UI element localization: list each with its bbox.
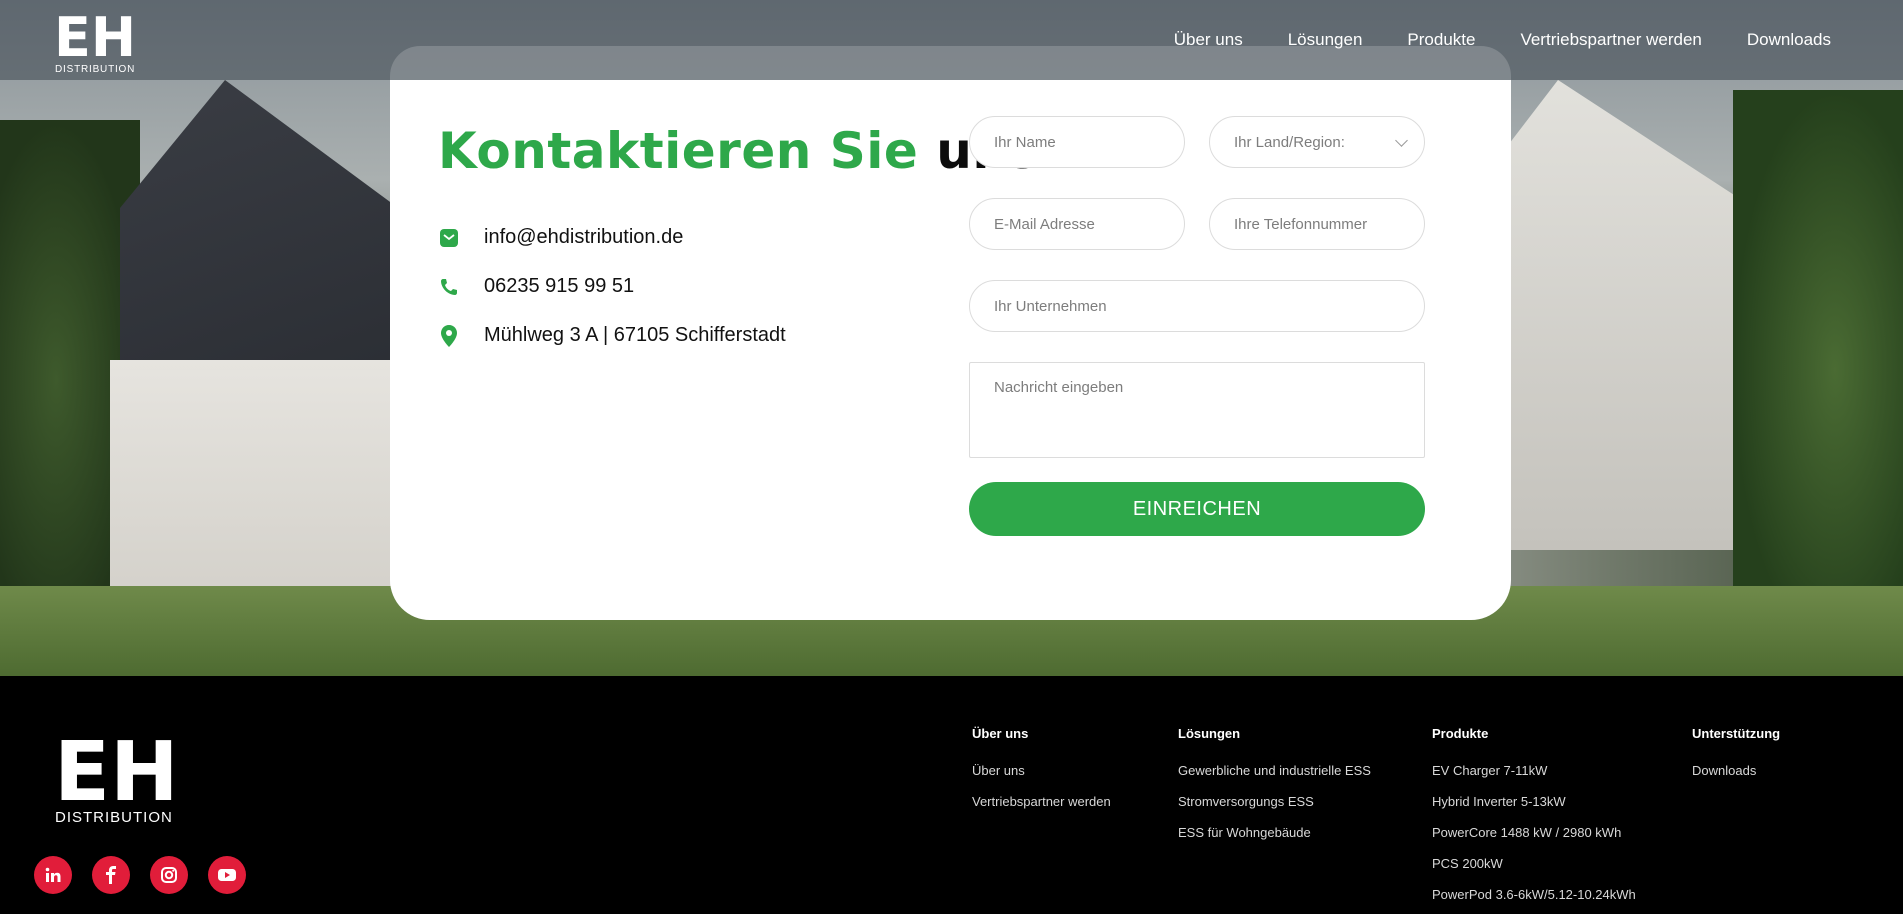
footer-logo-text: EH xyxy=(54,726,176,820)
nav-item-downloads[interactable]: Downloads xyxy=(1747,30,1831,50)
footer-link[interactable]: Hybrid Inverter 5-13kW xyxy=(1432,786,1636,817)
brand-logo[interactable]: EH DISTRIBUTION xyxy=(54,6,136,75)
company-input[interactable] xyxy=(969,280,1425,332)
footer-link[interactable]: PowerCore 1488 kW / 2980 kWh xyxy=(1432,817,1636,848)
contact-address: Mühlweg 3 A | 67105 Schifferstadt xyxy=(484,324,786,346)
footer-link[interactable]: EV Charger 7-11kW xyxy=(1432,755,1636,786)
facebook-icon[interactable] xyxy=(92,856,130,894)
mail-icon xyxy=(438,227,460,249)
country-select-label: Ihr Land/Region: xyxy=(1234,133,1345,151)
contact-address-row: Mühlweg 3 A | 67105 Schifferstadt xyxy=(438,324,786,347)
footer-link[interactable]: Gewerbliche und industrielle ESS xyxy=(1178,755,1371,786)
logo-subtext: DISTRIBUTION xyxy=(55,64,135,74)
title-green-part: Kontaktieren Sie xyxy=(438,122,919,180)
card-top-fade xyxy=(390,46,1511,80)
instagram-icon[interactable] xyxy=(150,856,188,894)
name-input[interactable] xyxy=(969,116,1185,168)
contact-email-row: info@ehdistribution.de xyxy=(438,226,683,249)
youtube-icon[interactable] xyxy=(208,856,246,894)
footer-link[interactable]: PCS 200kW xyxy=(1432,848,1636,879)
linkedin-icon[interactable] xyxy=(34,856,72,894)
contact-phone-row: 06235 915 99 51 xyxy=(438,275,634,298)
footer-col-ueber-uns: Über uns Über uns Vertriebspartner werde… xyxy=(972,726,1111,817)
footer-col-unterstuetzung: Unterstützung Downloads xyxy=(1692,726,1780,786)
footer-col-loesungen: Lösungen Gewerbliche und industrielle ES… xyxy=(1178,726,1371,848)
footer-col-produkte: Produkte EV Charger 7-11kW Hybrid Invert… xyxy=(1432,726,1636,910)
footer-logo[interactable]: EH DISTRIBUTION xyxy=(54,725,179,826)
contact-email[interactable]: info@ehdistribution.de xyxy=(484,226,683,249)
footer-link[interactable]: Vertriebspartner werden xyxy=(972,786,1111,817)
footer-heading: Produkte xyxy=(1432,726,1489,741)
contact-title: Kontaktieren Sie uns xyxy=(438,122,1039,180)
footer-link[interactable]: ESS für Wohngebäude xyxy=(1178,817,1371,848)
footer-logo-subtext: DISTRIBUTION xyxy=(55,809,173,826)
footer-heading: Unterstützung xyxy=(1692,726,1781,741)
country-select[interactable]: Ihr Land/Region: xyxy=(1209,116,1425,168)
submit-button[interactable]: EINREICHEN xyxy=(969,482,1425,536)
footer-link[interactable]: PowerPod 3.6-6kW/5.12-10.24kWh xyxy=(1432,879,1636,910)
nav-item-vertriebspartner[interactable]: Vertriebspartner werden xyxy=(1520,30,1701,50)
footer-heading: Lösungen xyxy=(1178,726,1241,741)
chevron-down-icon xyxy=(1395,134,1408,147)
phone-icon xyxy=(438,276,460,298)
footer-link[interactable]: Über uns xyxy=(972,755,1111,786)
phone-input[interactable] xyxy=(1209,198,1425,250)
footer-heading: Über uns xyxy=(972,726,1029,741)
footer-link[interactable]: Stromversorgungs ESS xyxy=(1178,786,1371,817)
social-links xyxy=(34,856,246,894)
email-input[interactable] xyxy=(969,198,1185,250)
message-textarea[interactable] xyxy=(969,362,1425,458)
logo-text: EH xyxy=(54,6,136,69)
contact-phone[interactable]: 06235 915 99 51 xyxy=(484,275,634,298)
footer-link[interactable]: Downloads xyxy=(1692,755,1780,786)
location-pin-icon xyxy=(438,324,460,347)
